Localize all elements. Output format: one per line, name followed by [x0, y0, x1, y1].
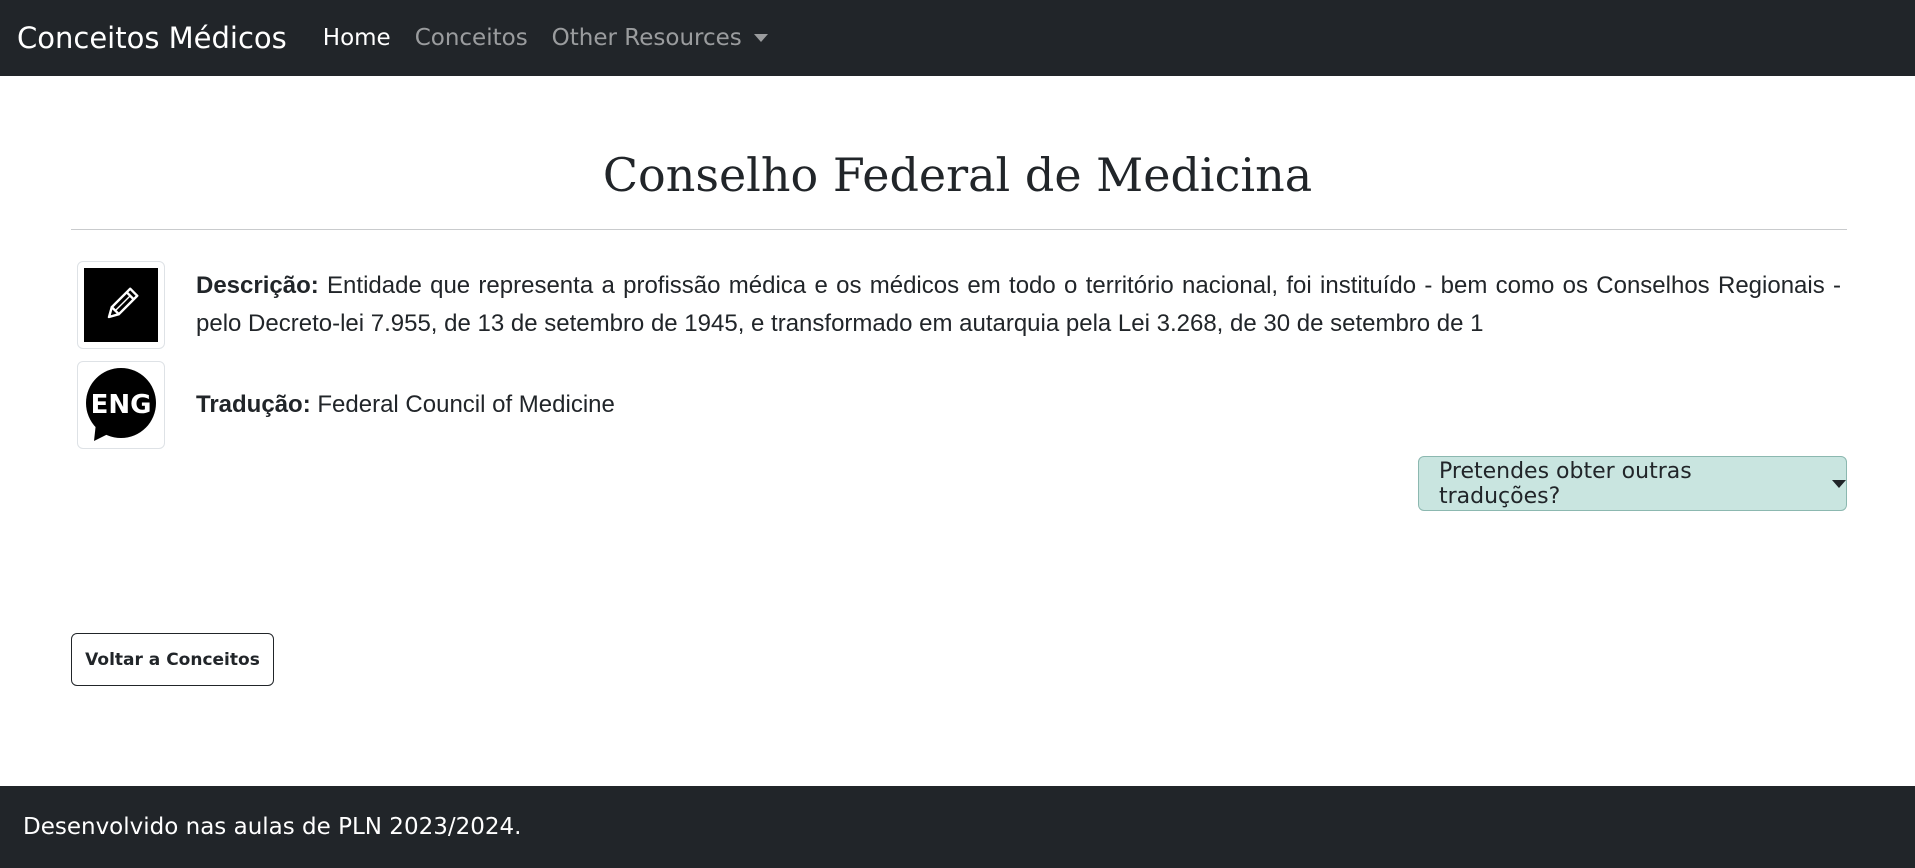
nav-dropdown-other-resources[interactable]: Other Resources — [552, 25, 768, 51]
translation-icon-frame: ENG — [77, 361, 165, 449]
eng-icon-text: ENG — [91, 390, 152, 420]
description-paragraph: Descrição: Entidade que representa a pro… — [196, 267, 1841, 343]
page-title: Conselho Federal de Medicina — [602, 148, 1313, 202]
description-icon-frame — [77, 261, 165, 349]
description-label: Descrição: — [196, 272, 319, 299]
chevron-down-icon — [1832, 479, 1846, 488]
other-translations-dropdown-button[interactable]: Pretendes obter outras traduções? — [1418, 456, 1847, 511]
translation-paragraph: Tradução: Federal Council of Medicine — [196, 386, 615, 424]
nav-dropdown-label: Other Resources — [551, 25, 742, 51]
footer: Desenvolvido nas aulas de PLN 2023/2024. — [0, 786, 1915, 868]
chevron-down-icon — [753, 34, 768, 42]
translation-text: Federal Council of Medicine — [317, 391, 615, 418]
description-text: Entidade que representa a profissão médi… — [196, 272, 1842, 337]
other-translations-label: Pretendes obter outras traduções? — [1439, 458, 1692, 509]
nav-link-home[interactable]: Home — [323, 25, 391, 51]
footer-text: Desenvolvido nas aulas de PLN 2023/2024. — [23, 814, 522, 840]
pencil-icon — [84, 268, 158, 342]
translation-label: Tradução: — [196, 391, 311, 418]
divider — [71, 229, 1847, 230]
nav-link-conceitos[interactable]: Conceitos — [415, 25, 528, 51]
back-to-concepts-button[interactable]: Voltar a Conceitos — [71, 633, 274, 686]
eng-speech-bubble-icon: ENG — [86, 368, 156, 441]
navbar-brand[interactable]: Conceitos Médicos — [17, 21, 287, 55]
navbar: Conceitos Médicos Home Conceitos Other R… — [0, 0, 1915, 76]
